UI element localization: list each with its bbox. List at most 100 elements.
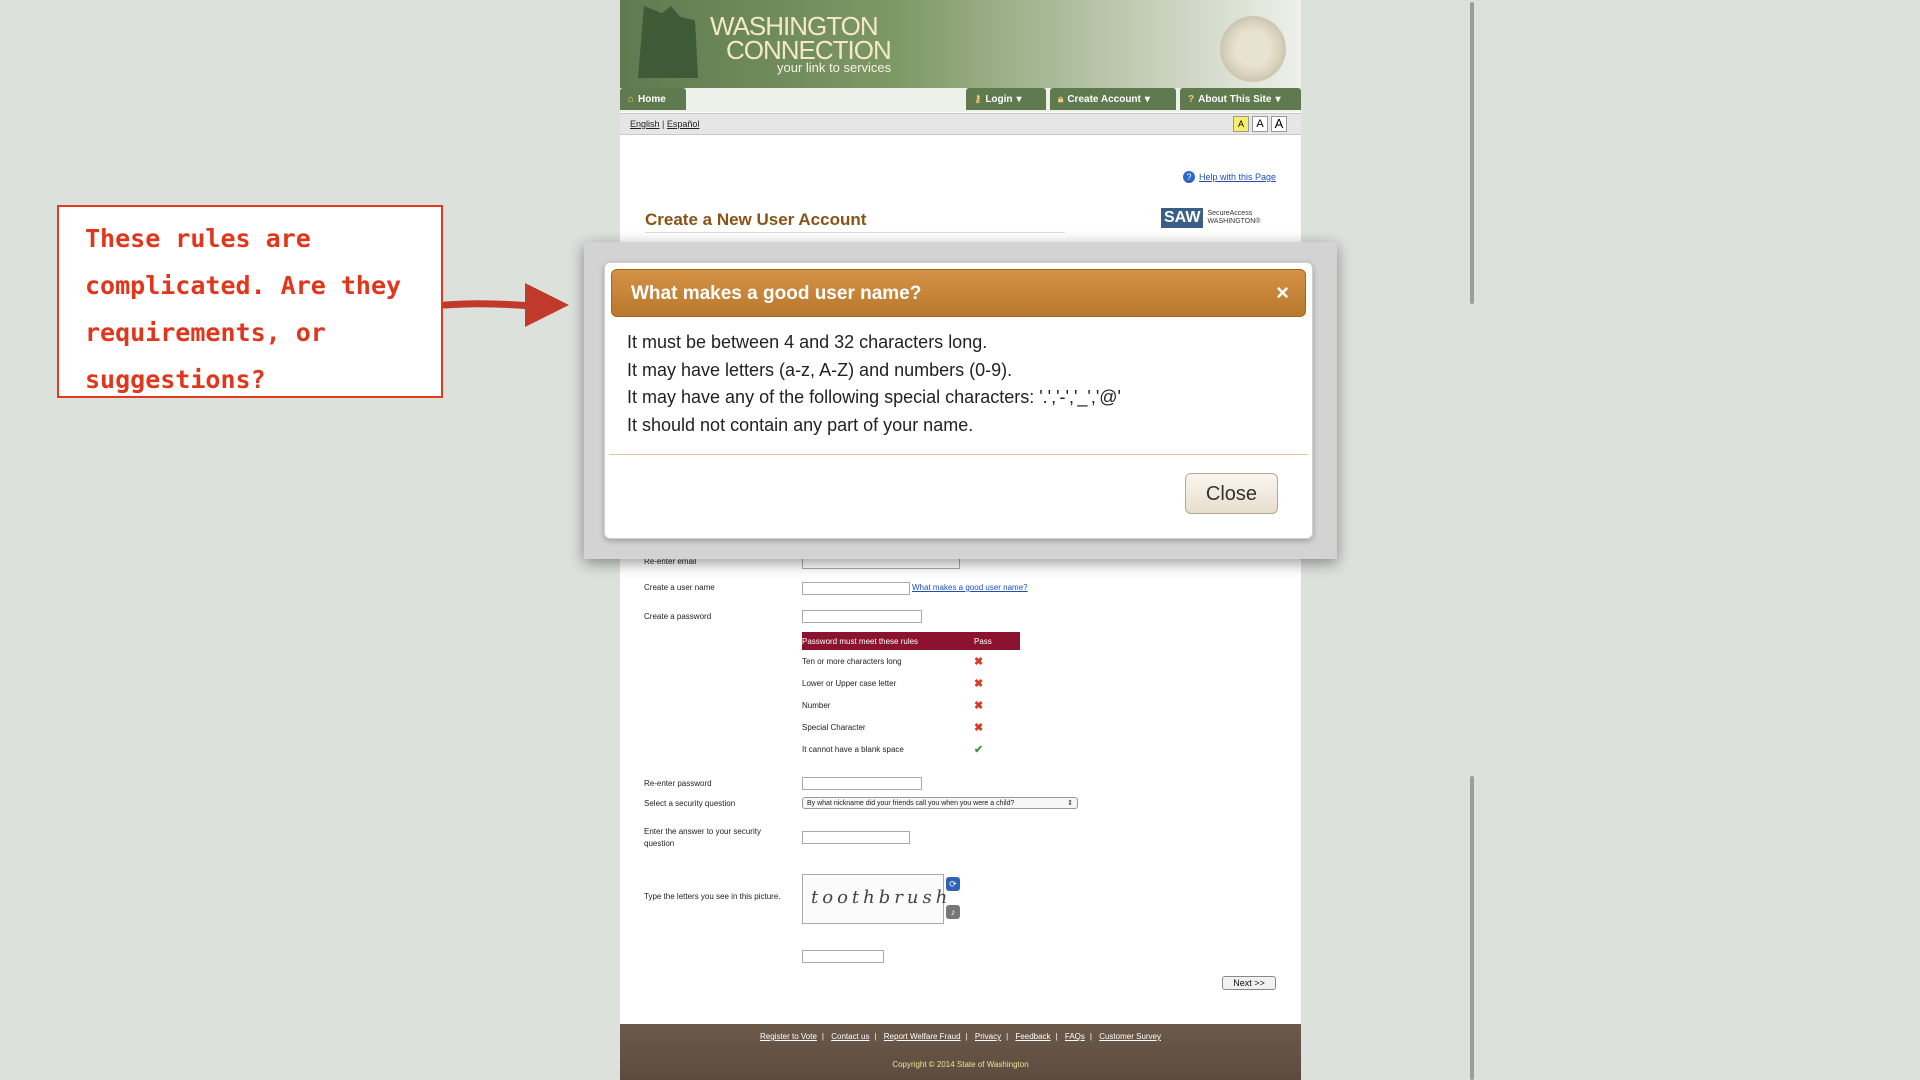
chevron-down-icon: ▾ — [1144, 93, 1150, 105]
fail-x-icon: ✖ — [974, 677, 984, 690]
nav-bar: ⌂ Home ⚷ Login ▾ 🔒︎ Create Account ▾ ? A… — [620, 88, 1301, 112]
dialog-title: What makes a good user name? — [631, 283, 922, 304]
logo-tagline: your link to services — [777, 60, 892, 75]
reenter-password-label: Re-enter password — [644, 779, 712, 788]
help-link[interactable]: ? Help with this Page — [1183, 171, 1276, 183]
annotation-box: These rules are complicated. Are they re… — [57, 205, 443, 398]
captcha-input[interactable] — [802, 950, 884, 963]
nav-create-account[interactable]: 🔒︎ Create Account ▾ — [1050, 88, 1176, 110]
dialog-overlay: What makes a good user name? × It must b… — [584, 242, 1337, 559]
close-icon[interactable]: × — [1276, 282, 1289, 304]
security-question-select[interactable]: By what nickname did your friends call y… — [802, 797, 1078, 809]
nav-create-account-label: Create Account — [1067, 93, 1141, 105]
fail-x-icon: ✖ — [974, 655, 984, 668]
english-link[interactable]: English — [630, 119, 660, 129]
password-rule-text: Number — [802, 700, 831, 710]
nav-about[interactable]: ? About This Site ▾ — [1180, 88, 1301, 110]
password-rule-row: Ten or more characters long ✖ — [802, 650, 1020, 672]
nav-home[interactable]: ⌂ Home — [620, 88, 686, 110]
annotation-text: These rules are complicated. Are they re… — [85, 224, 402, 394]
password-input[interactable] — [802, 610, 922, 623]
footer-link-faqs[interactable]: FAQs — [1065, 1032, 1085, 1041]
password-rules-header-label: Password must meet these rules — [802, 636, 919, 646]
language-separator: | — [662, 119, 665, 129]
language-links: English | Español — [630, 119, 699, 129]
dialog-header: What makes a good user name? × — [611, 269, 1306, 317]
page-title: Create a New User Account — [645, 210, 1065, 233]
help-link-label: Help with this Page — [1199, 172, 1277, 182]
footer-link-register-vote[interactable]: Register to Vote — [760, 1032, 817, 1041]
chevron-down-icon: ▾ — [1275, 93, 1281, 105]
font-size-large-button[interactable]: A — [1271, 116, 1287, 132]
fail-x-icon: ✖ — [974, 721, 984, 734]
dialog-divider — [609, 454, 1308, 455]
username-help-dialog: What makes a good user name? × It must b… — [604, 262, 1313, 539]
password-rule-text: Lower or Upper case letter — [802, 678, 897, 688]
password-rule-text: It cannot have a blank space — [802, 744, 904, 754]
nav-login-label: Login — [985, 93, 1013, 105]
username-help-link[interactable]: What makes a good user name? — [912, 583, 1028, 592]
nav-login[interactable]: ⚷ Login ▾ — [966, 88, 1046, 110]
nav-home-label: Home — [638, 93, 666, 105]
password-rules-pass-label: Pass — [974, 636, 992, 646]
font-size-small-button[interactable]: A — [1233, 116, 1249, 132]
dialog-close-button[interactable]: Close — [1185, 473, 1278, 514]
washington-map-logo — [638, 6, 698, 78]
username-label: Create a user name — [644, 583, 715, 592]
footer-link-survey[interactable]: Customer Survey — [1099, 1032, 1161, 1041]
chevron-down-icon: ▾ — [1016, 93, 1022, 105]
refresh-captcha-icon[interactable]: ⟳ — [946, 877, 960, 891]
captcha-image: toothbrush — [802, 874, 947, 924]
espanol-link[interactable]: Español — [667, 119, 700, 129]
password-rule-text: Special Character — [802, 722, 866, 732]
password-rules-table: Password must meet these rules Pass Ten … — [802, 632, 1020, 760]
font-size-medium-button[interactable]: A — [1252, 116, 1268, 132]
footer-link-privacy[interactable]: Privacy — [975, 1032, 1001, 1041]
annotation-arrow-icon — [443, 283, 569, 327]
key-icon: ⚷ — [974, 93, 982, 105]
scrollbar-top[interactable] — [1470, 2, 1474, 304]
site-header: WASHINGTON CONNECTION your link to servi… — [620, 0, 1301, 88]
dialog-line: It may have any of the following special… — [627, 387, 1121, 407]
dialog-line: It must be between 4 and 32 characters l… — [627, 332, 988, 352]
dialog-body: It must be between 4 and 32 characters l… — [627, 329, 1121, 439]
security-question-label: Select a security question — [644, 799, 736, 808]
audio-captcha-icon[interactable]: ♪ — [946, 905, 960, 919]
security-question-value: By what nickname did your friends call y… — [807, 800, 1015, 807]
home-icon: ⌂ — [628, 93, 635, 105]
password-rule-row: Number ✖ — [802, 694, 1020, 716]
username-input[interactable] — [802, 582, 910, 595]
password-rule-row: Special Character ✖ — [802, 716, 1020, 738]
captcha-text: toothbrush — [811, 887, 952, 908]
security-answer-label: Enter the answer to your security questi… — [644, 827, 761, 848]
help-icon: ? — [1183, 171, 1195, 183]
footer-link-feedback[interactable]: Feedback — [1015, 1032, 1050, 1041]
password-label: Create a password — [644, 612, 712, 621]
footer-links: Register to Vote | Contact us | Report Wel… — [759, 1032, 1161, 1041]
captcha-label: Type the letters you see in this picture… — [644, 892, 781, 901]
password-rule-text: Ten or more characters long — [802, 656, 902, 666]
select-arrows-icon: ⇕ — [1067, 800, 1073, 807]
reenter-password-input[interactable] — [802, 777, 922, 790]
next-button[interactable]: Next >> — [1222, 976, 1276, 990]
site-logo[interactable]: WASHINGTON CONNECTION — [710, 13, 892, 65]
logo-line2: CONNECTION — [726, 35, 892, 65]
saw-text: SecureAccess WASHINGTON® — [1207, 210, 1260, 226]
state-seal-icon — [1220, 16, 1286, 82]
saw-logo: SAW SecureAccess WASHINGTON® — [1161, 208, 1260, 228]
nav-about-label: About This Site — [1198, 93, 1272, 105]
dialog-line: It may have letters (a-z, A-Z) and numbe… — [627, 359, 1013, 380]
scrollbar-bottom[interactable] — [1470, 776, 1474, 1080]
dialog-line: It should not contain any part of your n… — [627, 414, 974, 435]
copyright: Copyright © 2014 State of Washington — [892, 1060, 1029, 1069]
fail-x-icon: ✖ — [974, 699, 984, 712]
saw-line2: WASHINGTON® — [1207, 218, 1261, 225]
footer-link-contact[interactable]: Contact us — [831, 1032, 869, 1041]
lock-icon: 🔒︎ — [1058, 93, 1064, 105]
password-rule-row: Lower or Upper case letter ✖ — [802, 672, 1020, 694]
font-size-controls: A A A — [1233, 116, 1287, 132]
footer-link-report-fraud[interactable]: Report Welfare Fraud — [884, 1032, 961, 1041]
pass-check-icon: ✔ — [974, 743, 984, 756]
question-icon: ? — [1188, 93, 1195, 105]
security-answer-input[interactable] — [802, 831, 910, 844]
